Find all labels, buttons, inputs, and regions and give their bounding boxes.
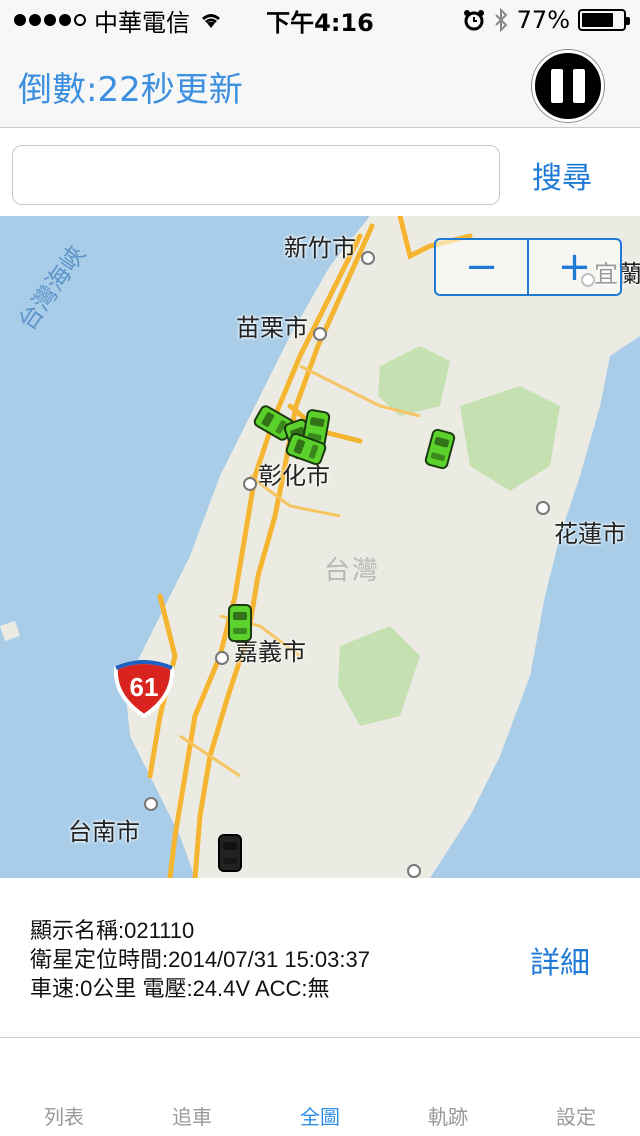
battery-icon [578,9,630,31]
zoom-control: − + [434,238,622,296]
map-view[interactable]: 台灣海峽 新竹市 苗栗市 彰化市 嘉義市 台南市 花蓮市 宜蘭 台灣 61 − … [0,216,640,878]
vehicle-marker[interactable] [218,834,242,872]
pause-icon [551,69,563,103]
city-label-hsinchu: 新竹市 [284,234,356,262]
carrier-name: 中華電信 [94,8,190,37]
wifi-icon [202,14,220,28]
city-label-tainan: 台南市 [68,818,140,846]
battery-percent: 77% [516,6,570,34]
zoom-out-button[interactable]: − [436,240,527,294]
tab-bar: 列表 追車 全圖 軌跡 設定 [0,1038,640,1136]
search-area: 搜尋 [0,129,640,216]
region-label: 台灣 [324,556,381,586]
refresh-countdown: 倒數:22秒更新 [18,70,243,110]
tab-settings[interactable]: 設定 [512,1038,640,1136]
vehicle-info-lines: 顯示名稱:021110 衛星定位時間:2014/07/31 15:03:37 車… [30,916,370,1003]
detail-button[interactable]: 詳細 [530,938,590,982]
highway-number: 61 [129,671,159,702]
status-left: 中華電信 [14,3,224,38]
tab-track-vehicle[interactable]: 追車 [128,1038,256,1136]
map-background [0,216,640,878]
status-bar: 中華電信 下午4:16 77% [0,0,640,40]
nav-bar: 倒數:22秒更新 [0,40,640,128]
search-button[interactable]: 搜尋 [520,151,604,199]
pause-button[interactable] [532,50,604,122]
vehicle-marker[interactable] [228,604,252,642]
search-input[interactable] [12,145,500,205]
alarm-icon [463,10,484,31]
vehicle-info-panel: 顯示名稱:021110 衛星定位時間:2014/07/31 15:03:37 車… [0,878,640,1038]
vehicle-display-name: 顯示名稱:021110 [30,918,195,943]
city-label-hualien: 花蓮市 [554,520,626,548]
status-right: 77% [463,6,630,34]
tab-trajectory[interactable]: 軌跡 [384,1038,512,1136]
city-label-miaoli: 苗栗市 [236,314,308,342]
highway-shield-icon: 61 [112,660,176,718]
tab-full-map[interactable]: 全圖 [256,1038,384,1136]
vehicle-gps-time: 衛星定位時間:2014/07/31 15:03:37 [30,947,370,972]
signal-strength-icon [14,14,86,26]
pause-icon-bar [573,69,585,103]
bluetooth-icon [494,8,508,32]
zoom-in-button[interactable]: + [529,240,620,294]
vehicle-speed-voltage: 車速:0公里 電壓:24.4V ACC:無 [30,976,330,1001]
tab-list[interactable]: 列表 [0,1038,128,1136]
